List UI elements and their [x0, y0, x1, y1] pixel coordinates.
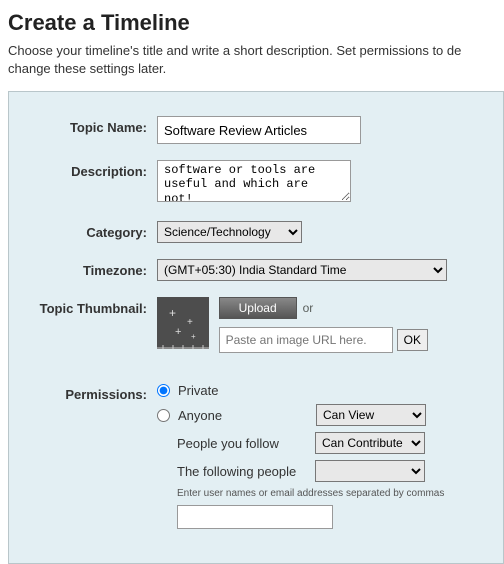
svg-text:+: + [191, 332, 196, 341]
category-select[interactable]: Science/Technology [157, 221, 302, 243]
or-text: or [303, 301, 314, 315]
label-thumbnail: Topic Thumbnail: [27, 297, 157, 316]
radio-anyone[interactable] [157, 409, 170, 422]
page-description: Choose your timeline's title and write a… [8, 42, 496, 77]
follow-permission-select[interactable]: Can Contribute [315, 432, 425, 454]
perm-hint: Enter user names or email addresses sepa… [157, 488, 485, 499]
svg-text:+: + [175, 326, 181, 338]
label-permissions: Permissions: [27, 383, 157, 402]
perm-following-label: The following people [177, 464, 307, 479]
image-url-input[interactable] [219, 327, 393, 353]
upload-button[interactable]: Upload [219, 297, 297, 319]
thumbnail-preview: + + + + [157, 297, 209, 349]
perm-private-label: Private [178, 383, 308, 398]
anyone-permission-select[interactable]: Can View [316, 404, 426, 426]
ok-button[interactable]: OK [397, 329, 428, 351]
svg-text:+: + [187, 317, 193, 328]
perm-follow-label: People you follow [177, 436, 307, 451]
description-textarea[interactable] [157, 160, 351, 202]
following-permission-select[interactable] [315, 460, 425, 482]
following-people-input[interactable] [177, 505, 333, 529]
perm-anyone-label: Anyone [178, 408, 308, 423]
svg-text:+: + [169, 306, 176, 320]
radio-private[interactable] [157, 384, 170, 397]
label-category: Category: [27, 221, 157, 240]
label-description: Description: [27, 160, 157, 179]
form-panel: Topic Name: Description: Category: Scien… [8, 91, 504, 564]
label-timezone: Timezone: [27, 259, 157, 278]
timezone-select[interactable]: (GMT+05:30) India Standard Time [157, 259, 447, 281]
page-title: Create a Timeline [8, 10, 496, 36]
topic-name-input[interactable] [157, 116, 361, 144]
label-topic-name: Topic Name: [27, 116, 157, 135]
